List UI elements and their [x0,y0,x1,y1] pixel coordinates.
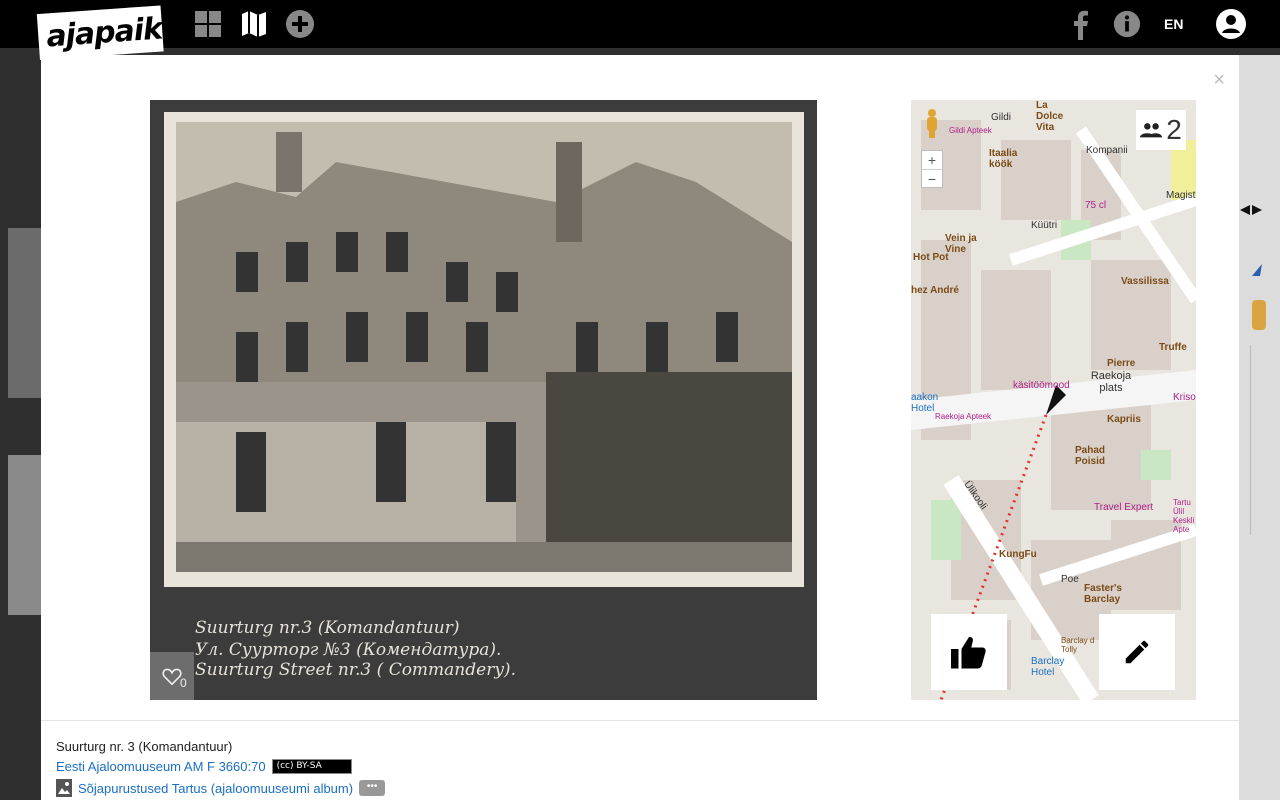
grid-icon[interactable] [192,8,224,40]
map-icon[interactable] [238,8,270,40]
map-label: Barclay Hotel [1031,656,1065,678]
map-label: hez André [911,285,959,296]
heart-icon [162,668,182,685]
photo-title: Suurturg nr. 3 (Komandantuur) [56,739,233,754]
thumbs-up-icon [951,637,986,669]
top-navigation-bar: ajapaik EN [0,0,1280,61]
compass-icon [1252,264,1262,276]
map-label: KungFu [999,549,1037,560]
map-label: Raekoja plats [1090,370,1132,394]
location-map[interactable]: + − 2 Gildi La Dolce Vita Itaalia köök K… [911,100,1196,700]
map-label: Kompanii [1086,145,1128,156]
map-label: Faster's Barclay [1084,583,1122,605]
add-icon[interactable] [284,8,316,40]
map-label: Gildi [991,112,1012,123]
map-label: Raekoja Apteek [935,412,992,421]
photo-scene [176,122,792,572]
pencil-icon [1125,640,1149,664]
map-label: Magistri [1166,190,1196,201]
facebook-icon[interactable] [1068,8,1094,40]
zoom-slider[interactable] [1250,345,1268,535]
map-label: Gildi Apteek [949,126,992,135]
agree-button[interactable] [931,614,1007,690]
map-label: Itaalia köök [989,148,1018,170]
map-label: Hot Pot [913,252,949,263]
map-label: La Dolce Vita [1036,100,1064,133]
background-map-controls [1240,200,1280,540]
like-count: 0 [180,676,187,690]
photo-album: Sõjapurustused Tartus (ajaloomuuseumi al… [56,779,386,797]
map-label: Kapriis [1107,414,1141,425]
ajapaik-logo[interactable]: ajapaik [36,5,164,61]
photo-print [164,112,804,587]
map-label: Küütri [1031,220,1058,231]
edit-location-button[interactable] [1099,614,1175,690]
language-selector[interactable]: EN [1164,16,1183,32]
map-label: Pahad Poisid [1075,445,1106,467]
photo-source: Eesti Ajaloomuuseum AM F 3660:70 (cc) BY… [56,759,352,774]
pegman-icon[interactable] [1252,300,1266,330]
map-label: aakon Hotel [911,392,939,414]
map-label: Tartu Ülil Keskli Apte [1173,498,1195,534]
map-label: käsitöömood [1013,380,1070,391]
map-label: 75 cl [1085,200,1107,211]
photo-caption-line: Suurturg nr.3 (Komandantuur) [195,618,460,638]
building-ruin-illustration [176,122,792,572]
background-thumbnail [8,228,41,398]
map-label: Vein ja Vine [945,233,977,255]
map-label: Pierre [1107,358,1136,369]
map-label: Kriso [1173,392,1196,403]
license-badge[interactable]: (cc) BY-SA [271,759,352,774]
user-account-icon[interactable] [1214,8,1248,40]
divider [41,720,1239,721]
like-button[interactable] [150,652,194,700]
map-label: Barclay d Tolly [1061,636,1095,654]
info-icon[interactable] [1112,8,1142,40]
map-label: Truffe [1159,342,1187,353]
map-label: Poe [1061,574,1079,585]
image-icon [56,779,72,797]
map-label: Ülikooli [961,479,989,512]
map-labels: Gildi La Dolce Vita Itaalia köök Küütri … [911,100,1196,700]
more-albums-button[interactable]: ••• [359,780,386,796]
album-link[interactable]: Sõjapurustused Tartus (ajaloomuuseumi al… [78,781,353,796]
photo-caption-line: Ул. Суурторг №3 (Комендатура). [195,640,502,660]
close-button[interactable]: × [1213,69,1225,92]
photo-modal: × Suurturg nr.3 (Komandantuur) Ул. Суурт… [41,55,1239,800]
source-link[interactable]: Eesti Ajaloomuuseum AM F 3660:70 [56,759,266,774]
map-label: Vassilissa [1121,276,1169,287]
map-label: Travel Expert [1094,502,1154,513]
photo-caption-line: Suurturg Street nr.3 ( Commandery). [195,660,516,680]
background-thumbnail [8,455,41,615]
arrows-icon [1240,205,1262,215]
historic-photo[interactable]: Suurturg nr.3 (Komandantuur) Ул. Сууртор… [150,100,817,700]
